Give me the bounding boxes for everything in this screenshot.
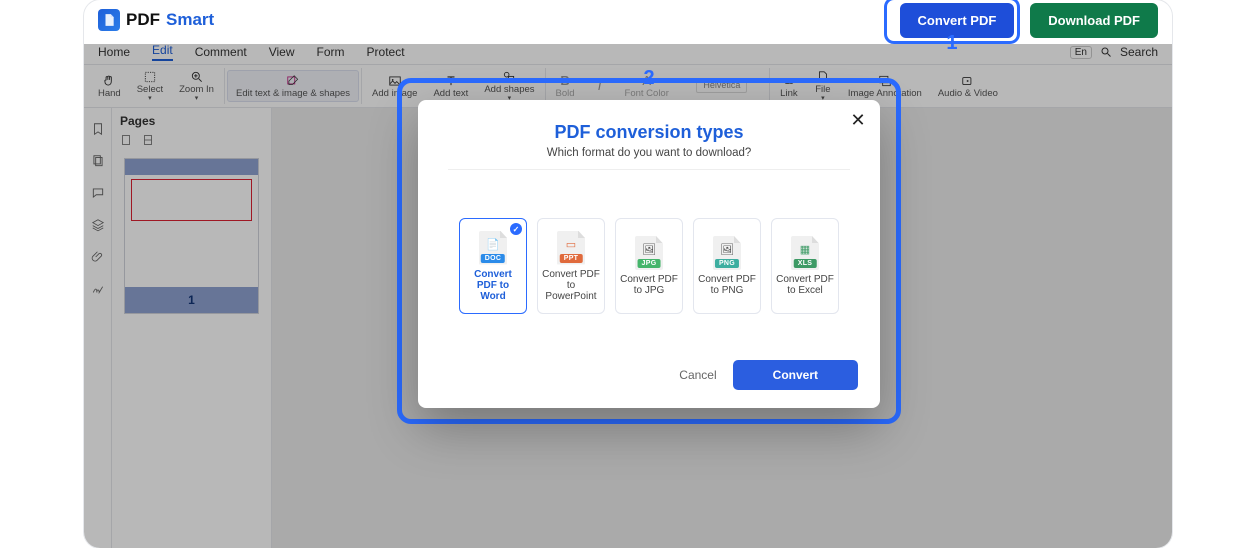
png-file-icon: 🖼PNG (713, 236, 741, 270)
cancel-button[interactable]: Cancel (679, 368, 716, 382)
zoom-icon (189, 69, 205, 85)
page-number: 1 (188, 293, 195, 307)
modal-title: PDF conversion types (418, 122, 880, 143)
left-rail (84, 108, 112, 548)
page-thumbnail-1[interactable]: 1 (124, 158, 259, 314)
modal-subtitle: Which format do you want to download? (418, 147, 880, 169)
conversion-modal: ✕ PDF conversion types Which format do y… (418, 100, 880, 408)
pages-panel: Pages 1 (112, 108, 272, 548)
logo-icon (98, 9, 120, 31)
brand-pdf: PDF (126, 10, 160, 30)
option-word[interactable]: ✓ 📄DOC Convert PDF to Word (459, 218, 527, 314)
tool-edit-text-image-shapes[interactable]: Edit text & image & shapes (227, 70, 359, 102)
menu-protect[interactable]: Protect (367, 45, 405, 59)
search-icon[interactable] (1100, 46, 1112, 58)
menu-edit[interactable]: Edit (152, 43, 173, 61)
callout-number-2: 2 (643, 67, 654, 90)
menu-view[interactable]: View (269, 45, 295, 59)
menu-comment[interactable]: Comment (195, 45, 247, 59)
attachments-icon[interactable] (91, 250, 105, 264)
menu-bar: Home Edit Comment View Form Protect En S… (84, 40, 1172, 64)
doc-file-icon: 📄DOC (479, 231, 507, 265)
convert-button[interactable]: Convert (733, 360, 858, 390)
language-switch[interactable]: En (1070, 46, 1092, 59)
menu-home[interactable]: Home (98, 45, 130, 59)
option-png[interactable]: 🖼PNG Convert PDF to PNG (693, 218, 761, 314)
download-pdf-button[interactable]: Download PDF (1030, 3, 1158, 38)
convert-pdf-callout-frame: Convert PDF 1 (884, 0, 1021, 44)
xls-file-icon: ▦XLS (791, 236, 819, 270)
pages-title: Pages (120, 114, 155, 128)
tool-hand[interactable]: Hand (90, 71, 129, 101)
option-excel[interactable]: ▦XLS Convert PDF to Excel (771, 218, 839, 314)
menu-form[interactable]: Form (317, 45, 345, 59)
jpg-file-icon: 🖼JPG (635, 236, 663, 270)
page-tool-2-icon[interactable] (142, 134, 154, 146)
edit-icon (285, 73, 301, 89)
select-icon (142, 69, 158, 85)
tool-select[interactable]: Select▾ (129, 67, 171, 105)
layers-icon[interactable] (91, 218, 105, 232)
app-header: PDFSmart Convert PDF 1 Download PDF (84, 0, 1172, 40)
conversion-options: ✓ 📄DOC Convert PDF to Word ▭PPT Convert … (418, 218, 880, 314)
option-powerpoint[interactable]: ▭PPT Convert PDF to PowerPoint (537, 218, 605, 314)
callout-number-1: 1 (946, 32, 957, 55)
close-icon[interactable]: ✕ (848, 110, 868, 130)
audio-video-icon (960, 73, 976, 89)
brand-smart: Smart (166, 10, 214, 30)
page-tool-1-icon[interactable] (120, 134, 132, 146)
hand-icon (101, 73, 117, 89)
tool-zoom[interactable]: Zoom In▾ (171, 67, 222, 105)
check-icon: ✓ (510, 223, 522, 235)
ppt-file-icon: ▭PPT (557, 231, 585, 265)
brand-logo: PDF Smart (98, 9, 214, 31)
search-label[interactable]: Search (1120, 45, 1158, 59)
comments-icon[interactable] (91, 186, 105, 200)
option-jpg[interactable]: 🖼JPG Convert PDF to JPG (615, 218, 683, 314)
bookmark-icon[interactable] (91, 122, 105, 136)
tool-audio-video[interactable]: Audio & Video (930, 71, 1006, 101)
signature-icon[interactable] (91, 282, 105, 296)
pages-icon[interactable] (91, 154, 105, 168)
